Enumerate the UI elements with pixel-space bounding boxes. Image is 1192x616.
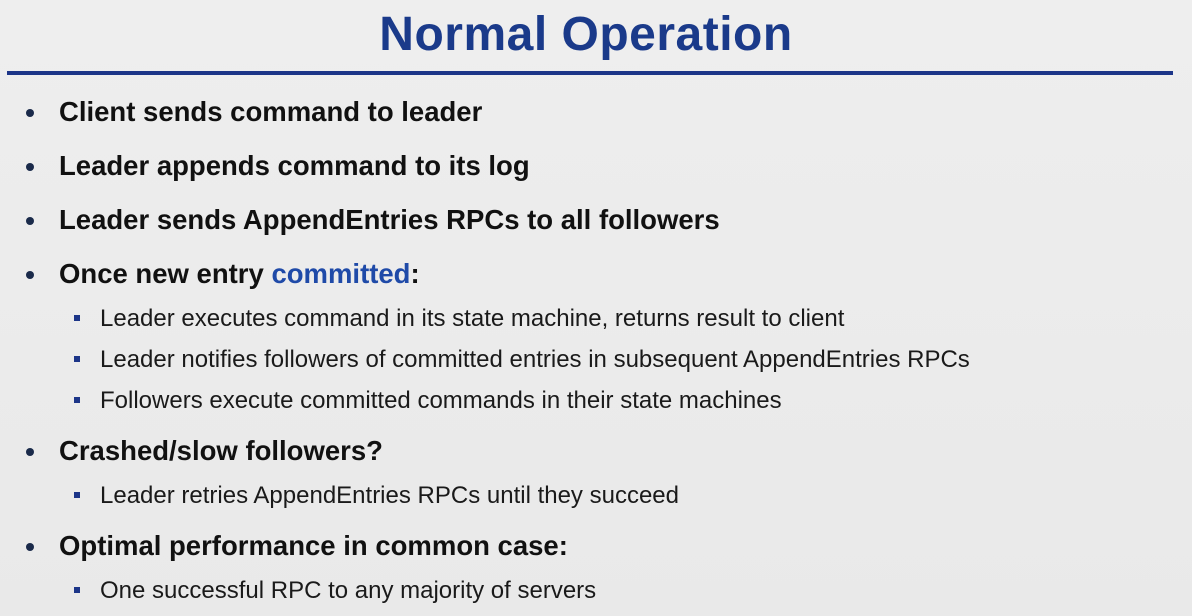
bullet-text: Optimal performance in common case: (59, 530, 568, 561)
bullet-item: Leader appends command to its log (0, 142, 1192, 190)
sub-bullet-square-icon (74, 397, 80, 403)
bullet-item: Once new entry committed: (0, 250, 1192, 298)
sub-bullet-text: One successful RPC to any majority of se… (100, 577, 597, 604)
bullet-item: Client sends command to leader (0, 88, 1192, 136)
sub-bullet-item: Leader notifies followers of committed e… (0, 339, 1192, 380)
sub-bullet-square-icon (74, 315, 80, 321)
sub-bullet-item: Leader retries AppendEntries RPCs until … (0, 475, 1192, 516)
slide-title: Normal Operation (379, 8, 793, 61)
bullet-item: Crashed/slow followers? (0, 427, 1192, 475)
sub-bullet-item: One successful RPC to any majority of se… (0, 570, 1192, 611)
sub-bullet-square-icon (74, 356, 80, 362)
bullet-dot-icon (26, 543, 34, 551)
sub-bullet-square-icon (74, 492, 80, 498)
bullet-text: Leader sends AppendEntries RPCs to all f… (59, 204, 720, 235)
bullet-dot-icon (26, 448, 34, 456)
sub-bullet-text: Leader executes command in its state mac… (100, 305, 845, 332)
bullet-list: Client sends command to leader Leader ap… (0, 88, 1192, 611)
committed-highlight: committed (271, 258, 411, 289)
bullet-text: Leader appends command to its log (59, 150, 530, 181)
bullet-dot-icon (26, 109, 34, 117)
sub-bullet-text: Followers execute committed commands in … (100, 387, 782, 414)
bullet-text: Client sends command to leader (59, 96, 483, 127)
sub-bullet-item: Followers execute committed commands in … (0, 380, 1192, 421)
bullet-text-prefix: Once new entry (59, 258, 272, 289)
bullet-text-suffix: : (410, 258, 420, 289)
bullet-item: Optimal performance in common case: (0, 522, 1192, 570)
sub-bullet-square-icon (74, 587, 80, 593)
bullet-dot-icon (26, 271, 34, 279)
sub-bullet-text: Leader notifies followers of committed e… (100, 346, 970, 373)
bullet-dot-icon (26, 217, 34, 225)
bullet-dot-icon (26, 163, 34, 171)
sub-bullet-text: Leader retries AppendEntries RPCs until … (100, 482, 679, 509)
title-underline (7, 71, 1173, 75)
slide: Normal Operation Client sends command to… (0, 0, 1192, 616)
sub-bullet-item: Leader executes command in its state mac… (0, 298, 1192, 339)
bullet-text: Crashed/slow followers? (59, 435, 383, 466)
bullet-item: Leader sends AppendEntries RPCs to all f… (0, 196, 1192, 244)
